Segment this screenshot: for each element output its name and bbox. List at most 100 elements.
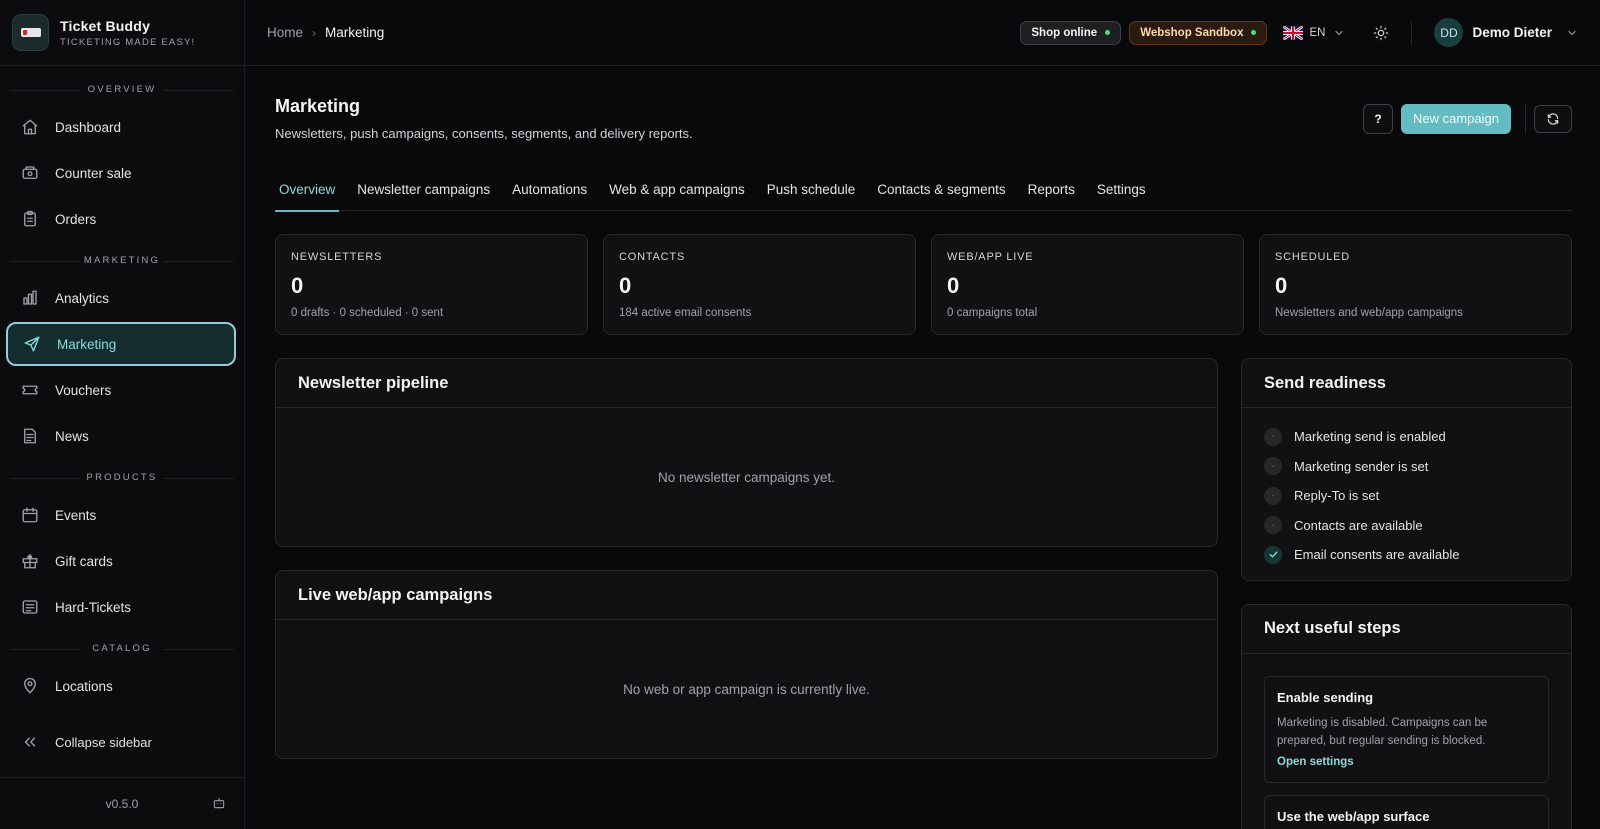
brand-name: Ticket Buddy [60, 17, 151, 34]
sidebar-item-orders[interactable]: Orders [6, 197, 236, 241]
sidebar-item-label: Dashboard [55, 119, 122, 135]
topbar: Home › Marketing Shop online Webshop San… [245, 0, 1600, 66]
page-title: Marketing [275, 96, 361, 116]
breadcrumb-current: Marketing [325, 25, 385, 40]
empty-state: No web or app campaign is currently live… [623, 681, 870, 697]
stat-note: Newsletters and web/app campaigns [1275, 307, 1463, 319]
readiness-label: Marketing sender is set [1294, 458, 1429, 474]
breadcrumb: Home › Marketing [267, 25, 384, 40]
user-name: Demo Dieter [1472, 25, 1552, 40]
sidebar-item-label: Events [55, 507, 97, 523]
app-root: Ticket Buddy TICKETING MADE EASY! OVERVI… [0, 0, 1600, 829]
stat-card-newsletters: NEWSLETTERS 0 0 drafts · 0 scheduled · 0… [275, 234, 588, 335]
tab-automations[interactable]: Automations [508, 167, 591, 211]
sidebar-item-dashboard[interactable]: Dashboard [6, 105, 236, 149]
pending-dot-icon: · [1264, 486, 1282, 505]
check-icon [1264, 545, 1282, 564]
sidebar-item-events[interactable]: Events [6, 493, 236, 537]
sandbox-badge[interactable]: Webshop Sandbox [1129, 20, 1268, 45]
stat-note: 0 drafts · 0 scheduled · 0 sent [291, 307, 444, 319]
actions-divider [1525, 103, 1526, 134]
new-campaign-button[interactable]: New campaign [1401, 103, 1511, 134]
clipboard-icon [21, 210, 39, 228]
list-item: Email consents are available [1264, 540, 1549, 570]
list-item: · Marketing send is enabled [1264, 422, 1549, 452]
register-icon [21, 164, 39, 182]
pending-dot-icon: · [1264, 427, 1282, 446]
pending-dot-icon: · [1264, 516, 1282, 535]
stat-value: 0 [947, 273, 960, 298]
stat-value: 0 [291, 273, 304, 298]
breadcrumb-home[interactable]: Home [267, 25, 303, 40]
readiness-label: Reply-To is set [1294, 488, 1380, 504]
stat-card-contacts: CONTACTS 0 184 active email consents [603, 234, 916, 335]
stat-card-scheduled: SCHEDULED 0 Newsletters and web/app camp… [1259, 234, 1572, 335]
send-icon [23, 335, 41, 353]
stat-value: 0 [1275, 273, 1288, 298]
list-item: · Reply-To is set [1264, 481, 1549, 511]
stat-label: SCHEDULED [1275, 251, 1351, 263]
help-button[interactable]: ? [1363, 103, 1393, 134]
step-card: Use the web/app surface [1264, 794, 1549, 829]
ticket-icon [21, 381, 39, 399]
panel-title: Next useful steps [1242, 605, 1571, 654]
uk-flag-icon [1283, 25, 1304, 40]
stat-label: WEB/APP LIVE [947, 251, 1034, 263]
chevron-down-icon [1568, 30, 1576, 35]
chevron-down-icon [1335, 30, 1344, 35]
open-settings-link[interactable]: Open settings [1277, 756, 1536, 768]
language-code: EN [1309, 26, 1326, 39]
list-item: · Marketing sender is set [1264, 452, 1549, 482]
tab-overview[interactable]: Overview [275, 167, 340, 212]
sidebar-item-label: Orders [55, 211, 97, 227]
sidebar-item-label: Locations [55, 678, 113, 694]
tab-reports[interactable]: Reports [1024, 167, 1079, 211]
tab-newsletter-campaigns[interactable]: Newsletter campaigns [353, 167, 494, 211]
newspaper-icon [21, 427, 39, 445]
readiness-label: Marketing send is enabled [1294, 429, 1446, 445]
status-dot-icon [1251, 30, 1257, 35]
language-selector[interactable]: EN [1283, 25, 1345, 40]
shop-status-label: Shop online [1031, 26, 1098, 39]
readiness-list: · Marketing send is enabled · Marketing … [1242, 408, 1571, 580]
tab-web-app-campaigns[interactable]: Web & app campaigns [605, 167, 749, 211]
refresh-button[interactable] [1534, 104, 1572, 133]
sidebar-item-hard-tickets[interactable]: Hard-Tickets [6, 585, 236, 629]
pending-dot-icon: · [1264, 457, 1282, 476]
next-steps-panel: Next useful steps Enable sending Marketi… [1241, 603, 1572, 829]
sidebar-item-label: Vouchers [55, 382, 112, 398]
steps-list: Enable sending Marketing is disabled. Ca… [1242, 654, 1571, 829]
map-pin-icon [21, 677, 39, 695]
calendar-icon [21, 506, 39, 524]
status-dot-icon [1105, 30, 1111, 35]
sidebar-item-counter-sale[interactable]: Counter sale [6, 151, 236, 195]
live-campaigns-panel: Live web/app campaigns No web or app cam… [275, 570, 1218, 759]
step-title: Enable sending [1277, 689, 1374, 705]
sidebar-item-label: Hard-Tickets [55, 599, 132, 615]
panel-title: Send readiness [1242, 359, 1571, 408]
sidebar-item-analytics[interactable]: Analytics [6, 276, 236, 320]
step-card: Enable sending Marketing is disabled. Ca… [1264, 675, 1549, 783]
tab-settings[interactable]: Settings [1093, 167, 1150, 211]
theme-toggle-sun-icon[interactable] [1373, 25, 1389, 41]
tab-contacts-segments[interactable]: Contacts & segments [873, 167, 1009, 211]
main-content: Home › Marketing Shop online Webshop San… [245, 0, 1600, 829]
sidebar-item-vouchers[interactable]: Vouchers [6, 368, 236, 412]
readiness-label: Contacts are available [1294, 517, 1423, 533]
sidebar-item-gift-cards[interactable]: Gift cards [6, 539, 236, 583]
shop-status-badge[interactable]: Shop online [1020, 20, 1122, 45]
tab-push-schedule[interactable]: Push schedule [763, 167, 860, 211]
sidebar-item-locations[interactable]: Locations [6, 664, 236, 708]
collapse-sidebar-label: Collapse sidebar [55, 734, 152, 750]
receipt-icon [21, 598, 39, 616]
user-menu[interactable]: DD Demo Dieter [1434, 18, 1578, 47]
sidebar-item-marketing[interactable]: Marketing [6, 322, 236, 366]
nav-section-overview: OVERVIEW [0, 82, 244, 98]
collapse-sidebar-button[interactable]: Collapse sidebar [6, 720, 236, 764]
bot-icon[interactable] [212, 796, 226, 810]
step-title: Use the web/app surface [1277, 808, 1430, 824]
sidebar-item-news[interactable]: News [6, 414, 236, 458]
brand[interactable]: Ticket Buddy TICKETING MADE EASY! [0, 0, 244, 66]
home-icon [21, 118, 39, 136]
sidebar-item-label: Gift cards [55, 553, 113, 569]
